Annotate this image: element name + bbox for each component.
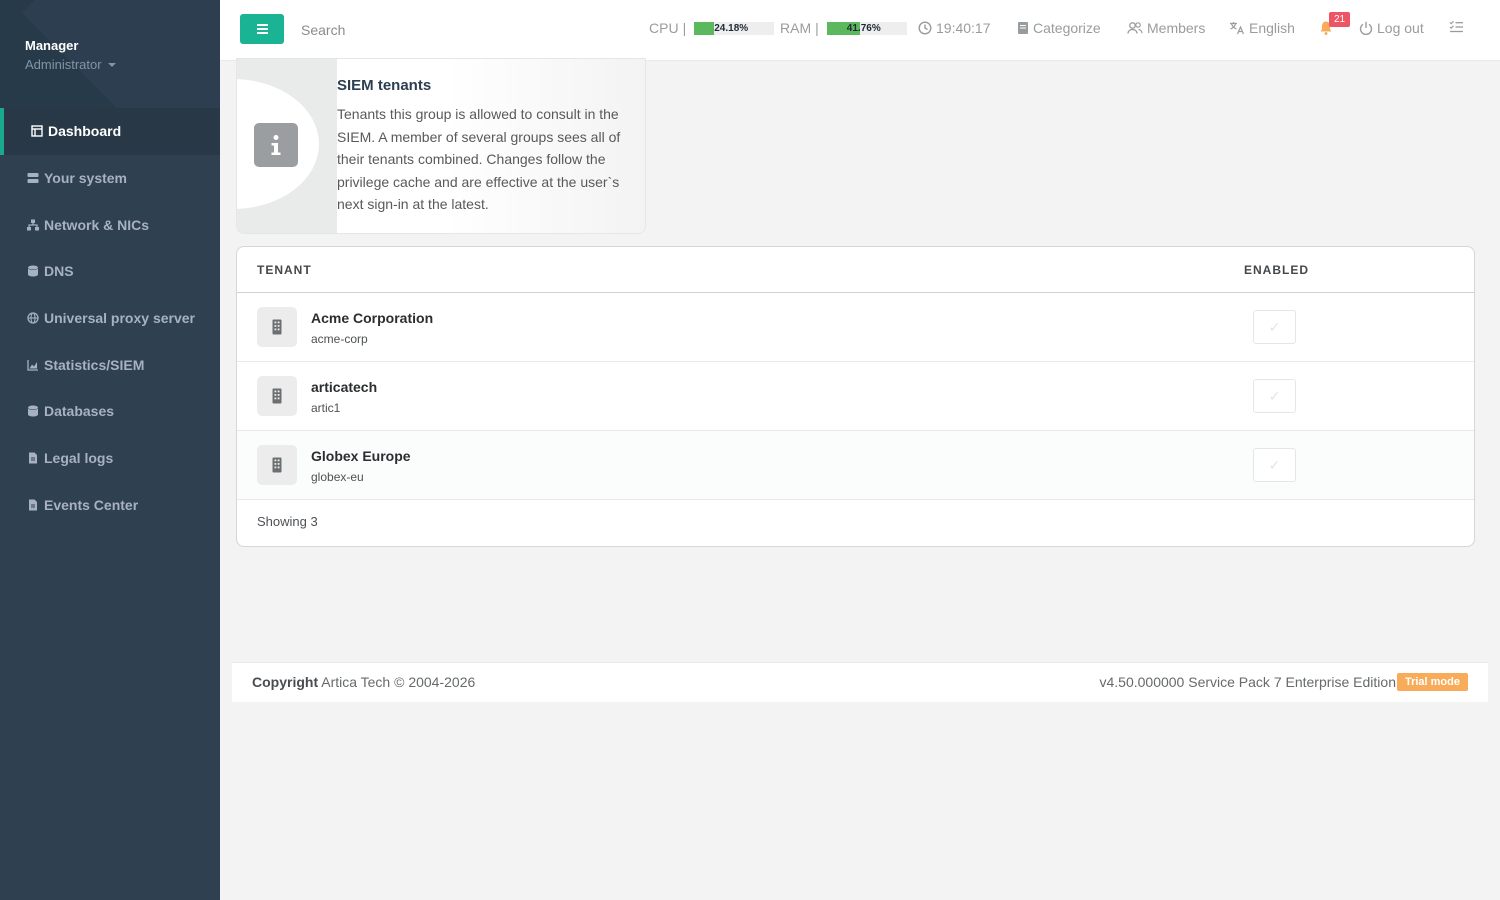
members-label: Members bbox=[1147, 20, 1206, 36]
dashboard-icon bbox=[31, 125, 43, 138]
enabled-checkbox[interactable]: ✓ bbox=[1253, 448, 1296, 482]
check-icon: ✓ bbox=[1268, 387, 1281, 404]
book-icon bbox=[1018, 22, 1028, 34]
notifications-button[interactable]: 21 bbox=[1319, 12, 1351, 36]
users-icon bbox=[1127, 22, 1143, 34]
caret-down-icon bbox=[107, 62, 116, 67]
clock-time: 19:40:17 bbox=[936, 20, 991, 36]
clock: 19:40:17 bbox=[918, 20, 991, 36]
file-icon bbox=[29, 452, 37, 464]
table-row: Globex Europe globex-eu ✓ bbox=[237, 431, 1474, 500]
ram-value: 41.76% bbox=[846, 22, 881, 34]
column-header-tenant: TENANT bbox=[257, 263, 312, 277]
cpu-meter: CPU | 24.18% bbox=[649, 20, 775, 36]
sidebar-item-network[interactable]: Network & NICs bbox=[0, 201, 220, 248]
profile-role-dropdown[interactable]: Administrator bbox=[25, 57, 220, 72]
enabled-checkbox[interactable]: ✓ bbox=[1253, 379, 1296, 413]
sidebar-item-proxy[interactable]: Universal proxy server bbox=[0, 295, 220, 342]
ram-label: RAM bbox=[780, 20, 812, 36]
profile-header: Manager Administrator bbox=[0, 0, 220, 108]
tenant-id: artic1 bbox=[311, 401, 341, 415]
cpu-progress-bar: 24.18% bbox=[694, 21, 775, 35]
sidebar-item-label: Universal proxy server bbox=[44, 310, 195, 327]
sidebar-item-your-system[interactable]: Your system bbox=[0, 155, 220, 202]
tasks-button[interactable] bbox=[1449, 20, 1464, 34]
globe-icon bbox=[27, 312, 39, 324]
sidebar-item-label: Dashboard bbox=[48, 123, 122, 140]
chart-icon bbox=[27, 359, 38, 371]
tenant-id: globex-eu bbox=[311, 470, 364, 484]
tenant-name: Acme Corporation bbox=[311, 310, 434, 326]
logout-link[interactable]: Log out bbox=[1359, 20, 1424, 36]
copyright: Copyright Artica Tech © 2004-2026 bbox=[252, 674, 475, 690]
tenant-id: acme-corp bbox=[311, 332, 368, 346]
cpu-label: CPU bbox=[649, 20, 679, 36]
info-description: Tenants this group is allowed to consult… bbox=[337, 106, 621, 212]
sidebar-item-label: DNS bbox=[44, 263, 74, 280]
sidebar-item-dashboard[interactable]: Dashboard bbox=[0, 108, 220, 155]
sidebar-nav: Dashboard Your system Network & NICs DNS… bbox=[0, 108, 220, 528]
language-selector[interactable]: English bbox=[1229, 20, 1295, 36]
enabled-checkbox[interactable]: ✓ bbox=[1253, 310, 1296, 344]
tenant-name: articatech bbox=[311, 379, 378, 395]
table-row-count: Showing 3 bbox=[257, 514, 318, 529]
top-navbar: CPU | 24.18% RAM | 41.76% 19:40:17 Categ… bbox=[220, 0, 1500, 61]
building-icon bbox=[257, 445, 297, 485]
table-row: Acme Corporation acme-corp ✓ bbox=[237, 293, 1474, 362]
file-icon bbox=[29, 499, 37, 511]
check-icon: ✓ bbox=[1268, 318, 1281, 335]
translate-icon bbox=[1230, 22, 1245, 35]
version-text: v4.50.000000 Service Pack 7 Enterprise E… bbox=[1099, 674, 1396, 690]
sidebar-item-events-center[interactable]: Events Center bbox=[0, 482, 220, 529]
column-header-enabled: ENABLED bbox=[1244, 263, 1310, 277]
sidebar-item-statistics[interactable]: Statistics/SIEM bbox=[0, 341, 220, 388]
logout-label: Log out bbox=[1377, 20, 1424, 36]
members-link[interactable]: Members bbox=[1127, 20, 1205, 36]
sidebar-item-label: Legal logs bbox=[44, 450, 114, 467]
categorize-label: Categorize bbox=[1033, 20, 1101, 36]
ram-progress-bar: 41.76% bbox=[826, 21, 907, 35]
info-widget: SIEM tenants Tenants this group is allow… bbox=[236, 58, 646, 234]
sidebar-item-dns[interactable]: DNS bbox=[0, 248, 220, 295]
language-label: English bbox=[1249, 20, 1295, 36]
table-row: articatech artic1 ✓ bbox=[237, 362, 1474, 431]
database-icon bbox=[28, 405, 38, 417]
tenant-name: Globex Europe bbox=[311, 448, 411, 464]
table-header: TENANT ENABLED bbox=[237, 247, 1474, 293]
cpu-value: 24.18% bbox=[714, 22, 749, 34]
tasks-list-icon bbox=[1449, 20, 1463, 33]
database-icon bbox=[28, 265, 38, 277]
check-icon: ✓ bbox=[1268, 456, 1281, 473]
categorize-link[interactable]: Categorize bbox=[1017, 20, 1101, 36]
clock-icon bbox=[918, 21, 932, 35]
power-icon bbox=[1359, 21, 1373, 35]
notifications-badge: 21 bbox=[1329, 12, 1351, 27]
page-footer: Copyright Artica Tech © 2004-2026 v4.50.… bbox=[232, 662, 1488, 702]
trial-mode-badge: Trial mode bbox=[1396, 673, 1468, 691]
sidebar-item-label: Network & NICs bbox=[44, 216, 150, 233]
profile-role-label: Administrator bbox=[25, 57, 102, 72]
tenants-table: TENANT ENABLED Acme Corporation acme-cor… bbox=[236, 246, 1475, 547]
sidebar-item-label: Databases bbox=[44, 403, 115, 420]
info-icon bbox=[254, 123, 298, 167]
building-icon bbox=[257, 376, 297, 416]
sidebar-item-label: Your system bbox=[44, 170, 127, 187]
sidebar: Manager Administrator Dashboard Your sys… bbox=[0, 0, 220, 900]
sidebar-item-label: Events Center bbox=[44, 496, 139, 513]
info-title: SIEM tenants bbox=[337, 77, 432, 94]
menu-toggle-button[interactable] bbox=[240, 14, 284, 44]
building-icon bbox=[257, 307, 297, 347]
copyright-text: Artica Tech © 2004-2026 bbox=[318, 674, 476, 690]
ram-meter: RAM | 41.76% bbox=[780, 20, 907, 36]
sidebar-item-label: Statistics/SIEM bbox=[44, 356, 145, 373]
hamburger-icon bbox=[256, 24, 268, 34]
network-icon bbox=[27, 219, 39, 231]
sidebar-item-databases[interactable]: Databases bbox=[0, 388, 220, 435]
profile-name: Manager bbox=[25, 38, 79, 53]
copyright-label: Copyright bbox=[252, 674, 319, 690]
search-input[interactable] bbox=[294, 18, 594, 42]
sidebar-item-legal-logs[interactable]: Legal logs bbox=[0, 435, 220, 482]
server-icon bbox=[27, 173, 39, 184]
